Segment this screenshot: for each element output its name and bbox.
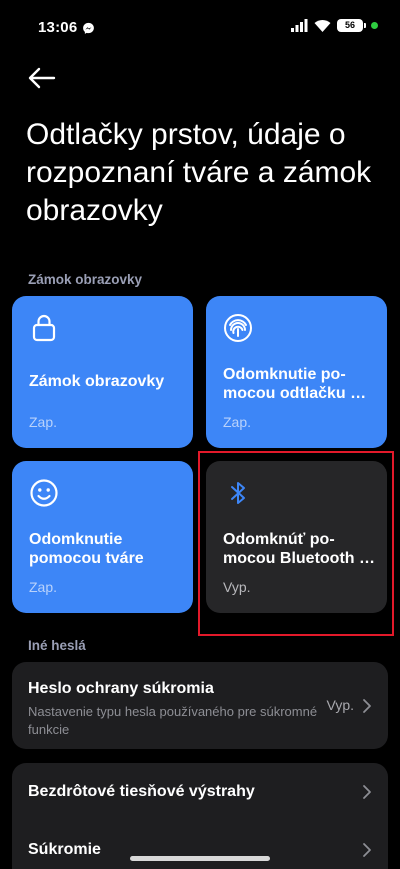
highlight-frame	[198, 451, 394, 636]
section-label-other-passwords: Iné heslá	[28, 638, 86, 653]
back-arrow-icon[interactable]	[26, 62, 58, 94]
tile-status: Zap.	[29, 414, 58, 430]
row-subtitle: Nastavenie typu hesla používaného pre sú…	[28, 704, 318, 737]
messenger-icon	[83, 22, 94, 34]
section-label-screen-lock: Zámok obrazovky	[28, 272, 143, 287]
status-time: 13:06	[38, 19, 78, 36]
privacy-row[interactable]: Súkromie	[12, 821, 388, 869]
tile-label: Odomknutie pomocou tváre	[29, 531, 144, 567]
settings-list-card: Bezdrôtové tiesňové výstrahy Súkromie	[12, 763, 388, 869]
lock-icon	[32, 314, 56, 342]
tile-status: Zap.	[29, 579, 58, 595]
page-title: Odtlačky prstov, údaje o rozpoznaní tvár…	[26, 118, 372, 227]
row-value: Vyp.	[326, 697, 355, 713]
screen: 13:06 56 Odtlačky prstov, údaje o rozpoz…	[0, 0, 400, 869]
privacy-password-row[interactable]: Heslo ochrany súkromia Nastavenie typu h…	[12, 662, 388, 749]
tile-fingerprint-unlock[interactable]: Odomknutie po- mocou odtlačku … Zap.	[206, 296, 387, 448]
home-indicator[interactable]	[130, 856, 270, 861]
chevron-right-icon	[363, 785, 371, 799]
tile-label: Zámok obrazovky	[29, 373, 165, 390]
chevron-right-icon	[363, 843, 371, 857]
status-icons: 56	[291, 19, 378, 32]
chevron-right-icon	[363, 699, 371, 713]
row-title: Súkromie	[28, 841, 101, 858]
emergency-alerts-row[interactable]: Bezdrôtové tiesňové výstrahy	[12, 763, 388, 821]
wifi-icon	[314, 20, 331, 32]
status-bar: 13:06 56	[0, 0, 400, 56]
tile-screen-lock[interactable]: Zámok obrazovky Zap.	[12, 296, 193, 448]
tile-label: Odomknutie po- mocou odtlačku …	[223, 366, 367, 402]
tile-status: Zap.	[223, 414, 252, 430]
tile-face-unlock[interactable]: Odomknutie pomocou tváre Zap.	[12, 461, 193, 613]
signal-icon	[291, 19, 308, 32]
battery-indicator: 56	[337, 19, 366, 32]
row-title: Heslo ochrany súkromia	[28, 680, 214, 697]
row-title: Bezdrôtové tiesňové výstrahy	[28, 783, 255, 800]
face-icon	[30, 479, 58, 507]
privacy-dot	[371, 22, 378, 29]
fingerprint-icon	[224, 314, 252, 342]
